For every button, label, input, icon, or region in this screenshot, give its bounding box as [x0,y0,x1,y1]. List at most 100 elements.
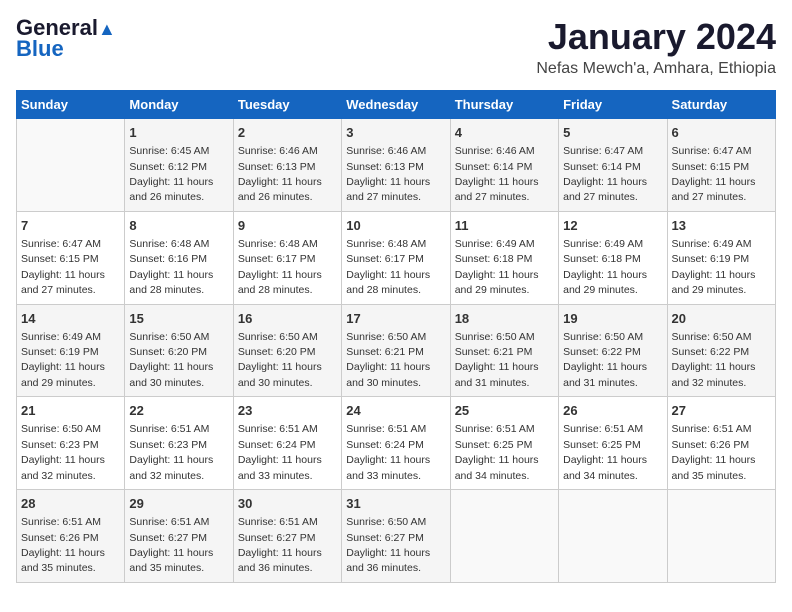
sunrise-text: Sunrise: 6:50 AM [455,331,535,343]
daylight-text: Daylight: 11 hours and 35 minutes. [672,454,756,481]
sunrise-text: Sunrise: 6:51 AM [672,423,752,435]
table-row: 23Sunrise: 6:51 AMSunset: 6:24 PMDayligh… [233,397,341,490]
sunrise-text: Sunrise: 6:51 AM [238,516,318,528]
sunset-text: Sunset: 6:22 PM [672,346,750,358]
daylight-text: Daylight: 11 hours and 30 minutes. [346,361,430,388]
sunset-text: Sunset: 6:27 PM [238,532,316,544]
table-row [450,490,558,583]
table-row: 1 Sunrise: 6:45 AM Sunset: 6:12 PM Daylight… [125,119,233,212]
table-row: 16Sunrise: 6:50 AMSunset: 6:20 PMDayligh… [233,304,341,397]
sunset-text: Sunset: 6:23 PM [129,439,207,451]
sunset-text: Sunset: 6:12 PM [129,161,207,173]
day-number: 24 [346,402,445,420]
day-number: 1 [129,124,228,142]
daylight-text: Daylight: 11 hours and 32 minutes. [129,454,213,481]
table-row: 24Sunrise: 6:51 AMSunset: 6:24 PMDayligh… [342,397,450,490]
day-number: 8 [129,217,228,235]
day-number: 27 [672,402,771,420]
table-row: 28Sunrise: 6:51 AMSunset: 6:26 PMDayligh… [17,490,125,583]
month-title: January 2024 [536,16,776,58]
daylight-text: Daylight: 11 hours and 27 minutes. [672,176,756,203]
sunrise-text: Sunrise: 6:47 AM [672,145,752,157]
calendar-week-row: 14 Sunrise: 6:49 AM Sunset: 6:19 PM Dayligh… [17,304,776,397]
weekday-header-row: Sunday Monday Tuesday Wednesday Thursday… [17,91,776,119]
day-number: 14 [21,310,120,328]
sunrise-text: Sunrise: 6:50 AM [563,331,643,343]
day-number: 17 [346,310,445,328]
day-number: 6 [672,124,771,142]
daylight-text: Daylight: 11 hours and 35 minutes. [129,547,213,574]
table-row: 7Sunrise: 6:47 AMSunset: 6:15 PMDaylight… [17,211,125,304]
sunrise-text: Sunrise: 6:49 AM [672,238,752,250]
calendar-table: Sunday Monday Tuesday Wednesday Thursday… [16,90,776,583]
daylight-text: Daylight: 11 hours and 36 minutes. [346,547,430,574]
day-number: 13 [672,217,771,235]
logo-bird: ▲ [98,19,116,39]
sunrise-text: Sunrise: 6:48 AM [129,238,209,250]
table-row: 20Sunrise: 6:50 AMSunset: 6:22 PMDayligh… [667,304,775,397]
table-row: 19Sunrise: 6:50 AMSunset: 6:22 PMDayligh… [559,304,667,397]
header-thursday: Thursday [450,91,558,119]
sunrise-text: Sunrise: 6:51 AM [129,516,209,528]
sunset-text: Sunset: 6:27 PM [129,532,207,544]
sunrise-text: Sunrise: 6:46 AM [455,145,535,157]
sunrise-text: Sunrise: 6:51 AM [346,423,426,435]
sunrise-text: Sunrise: 6:46 AM [346,145,426,157]
header-tuesday: Tuesday [233,91,341,119]
sunset-text: Sunset: 6:23 PM [21,439,99,451]
sunset-text: Sunset: 6:13 PM [238,161,316,173]
day-number: 16 [238,310,337,328]
sunset-text: Sunset: 6:16 PM [129,253,207,265]
sunrise-text: Sunrise: 6:49 AM [21,331,101,343]
daylight-text: Daylight: 11 hours and 27 minutes. [563,176,647,203]
sunrise-text: Sunrise: 6:50 AM [21,423,101,435]
sunrise-text: Sunrise: 6:45 AM [129,145,209,157]
table-row: 8 Sunrise: 6:48 AM Sunset: 6:16 PM Daylight… [125,211,233,304]
sunrise-text: Sunrise: 6:46 AM [238,145,318,157]
table-row: 9Sunrise: 6:48 AMSunset: 6:17 PMDaylight… [233,211,341,304]
day-number: 21 [21,402,120,420]
header-sunday: Sunday [17,91,125,119]
sunrise-text: Sunrise: 6:50 AM [672,331,752,343]
table-row [17,119,125,212]
table-row: 10Sunrise: 6:48 AMSunset: 6:17 PMDayligh… [342,211,450,304]
day-number: 25 [455,402,554,420]
daylight-text: Daylight: 11 hours and 30 minutes. [129,361,213,388]
table-row: 26Sunrise: 6:51 AMSunset: 6:25 PMDayligh… [559,397,667,490]
daylight-text: Daylight: 11 hours and 26 minutes. [129,176,213,203]
header-friday: Friday [559,91,667,119]
table-row: 12Sunrise: 6:49 AMSunset: 6:18 PMDayligh… [559,211,667,304]
day-number: 9 [238,217,337,235]
logo: General▲ Blue [16,16,116,62]
daylight-text: Daylight: 11 hours and 28 minutes. [129,269,213,296]
logo-blue: Blue [16,36,64,61]
daylight-text: Daylight: 11 hours and 28 minutes. [238,269,322,296]
sunset-text: Sunset: 6:19 PM [21,346,99,358]
table-row: 18Sunrise: 6:50 AMSunset: 6:21 PMDayligh… [450,304,558,397]
table-row: 21Sunrise: 6:50 AMSunset: 6:23 PMDayligh… [17,397,125,490]
day-number: 23 [238,402,337,420]
sunrise-text: Sunrise: 6:51 AM [455,423,535,435]
calendar-week-row: 21 Sunrise: 6:50 AM Sunset: 6:23 PM Dayligh… [17,397,776,490]
sunrise-text: Sunrise: 6:50 AM [129,331,209,343]
table-row: 25Sunrise: 6:51 AMSunset: 6:25 PMDayligh… [450,397,558,490]
table-row: 11Sunrise: 6:49 AMSunset: 6:18 PMDayligh… [450,211,558,304]
sunset-text: Sunset: 6:14 PM [455,161,533,173]
day-number: 3 [346,124,445,142]
table-row: 14Sunrise: 6:49 AMSunset: 6:19 PMDayligh… [17,304,125,397]
daylight-text: Daylight: 11 hours and 28 minutes. [346,269,430,296]
sunset-text: Sunset: 6:17 PM [346,253,424,265]
daylight-text: Daylight: 11 hours and 29 minutes. [563,269,647,296]
sunrise-text: Sunrise: 6:50 AM [346,331,426,343]
sunset-text: Sunset: 6:19 PM [672,253,750,265]
table-row: 29 Sunrise: 6:51 AM Sunset: 6:27 PM Dayligh… [125,490,233,583]
day-number: 28 [21,495,120,513]
table-row [559,490,667,583]
sunset-text: Sunset: 6:26 PM [672,439,750,451]
sunset-text: Sunset: 6:24 PM [238,439,316,451]
day-number: 29 [129,495,228,513]
sunrise-text: Sunrise: 6:51 AM [129,423,209,435]
sunrise-text: Sunrise: 6:50 AM [238,331,318,343]
sunset-text: Sunset: 6:13 PM [346,161,424,173]
table-row: 31Sunrise: 6:50 AMSunset: 6:27 PMDayligh… [342,490,450,583]
